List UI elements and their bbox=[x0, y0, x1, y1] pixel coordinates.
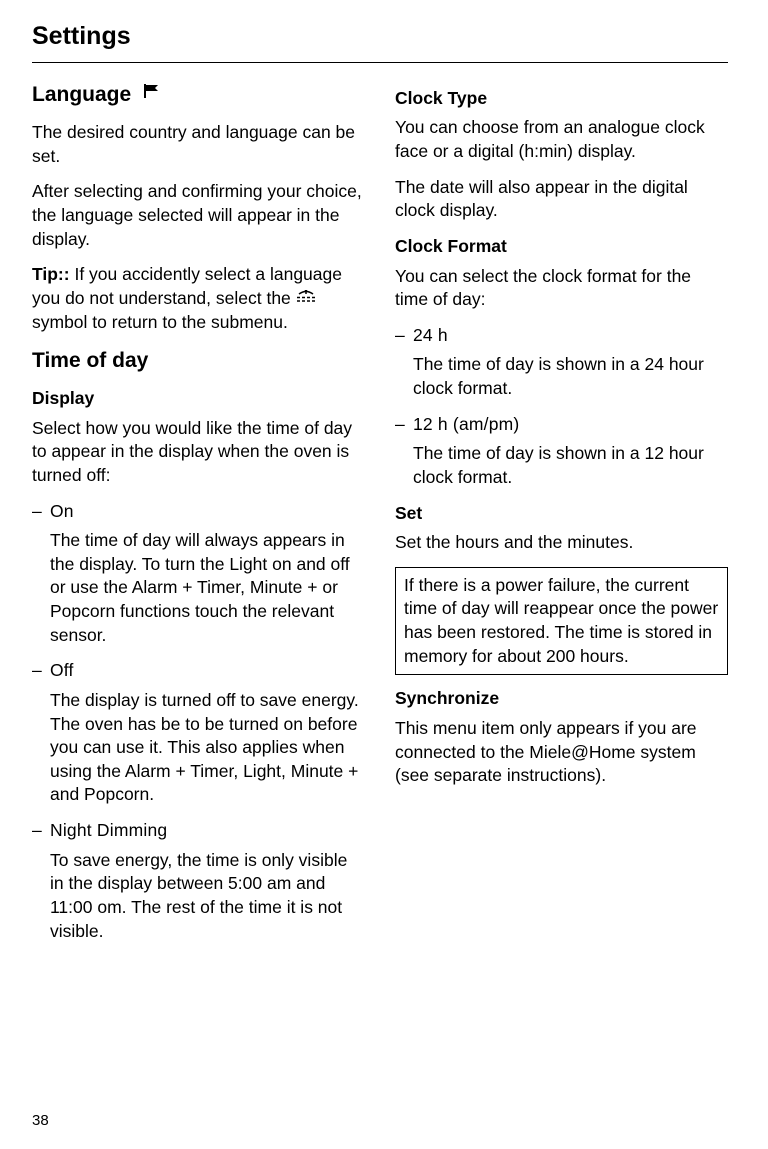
clocktype-p1: You can choose from an analogue clock fa… bbox=[395, 116, 728, 163]
list-item: – 12 h (am/pm) bbox=[395, 413, 728, 437]
clocktype-p2: The date will also appear in the digital… bbox=[395, 176, 728, 223]
option-24h: 24 h bbox=[413, 324, 448, 348]
language-heading: Language bbox=[32, 81, 365, 109]
option-night-dimming: Night Dimming bbox=[50, 819, 167, 843]
left-column: Language The desired country and languag… bbox=[32, 81, 365, 955]
option-12h: 12 h (am/pm) bbox=[413, 413, 519, 437]
list-item: – Off bbox=[32, 659, 365, 683]
page-title: Settings bbox=[32, 20, 728, 63]
right-column: Clock Type You can choose from an analog… bbox=[395, 81, 728, 955]
content-columns: Language The desired country and languag… bbox=[32, 81, 728, 955]
timeofday-heading: Time of day bbox=[32, 347, 365, 375]
option-on: On bbox=[50, 500, 74, 524]
tip-label: Tip:: bbox=[32, 264, 70, 284]
set-p1: Set the hours and the minutes. bbox=[395, 531, 728, 555]
dash: – bbox=[395, 324, 413, 348]
tip-after: symbol to return to the submenu. bbox=[32, 312, 288, 332]
display-subheading: Display bbox=[32, 387, 365, 411]
option-night-dimming-desc: To save energy, the time is only visible… bbox=[32, 849, 365, 944]
language-heading-text: Language bbox=[32, 83, 131, 106]
language-tip: Tip:: If you accidently select a languag… bbox=[32, 263, 365, 334]
clocktype-heading: Clock Type bbox=[395, 87, 728, 111]
option-off: Off bbox=[50, 659, 74, 683]
power-failure-note: If there is a power failure, the current… bbox=[395, 567, 728, 676]
clockformat-intro: You can select the clock format for the … bbox=[395, 265, 728, 312]
list-item: – 24 h bbox=[395, 324, 728, 348]
list-item: – On bbox=[32, 500, 365, 524]
language-p2: After selecting and confirming your choi… bbox=[32, 180, 365, 251]
dash: – bbox=[395, 413, 413, 437]
option-on-desc: The time of day will always appears in t… bbox=[32, 529, 365, 647]
page-number: 38 bbox=[32, 1111, 49, 1131]
settings-submenu-icon bbox=[296, 287, 316, 311]
dash: – bbox=[32, 500, 50, 524]
dash: – bbox=[32, 819, 50, 843]
display-intro: Select how you would like the time of da… bbox=[32, 417, 365, 488]
sync-heading: Synchronize bbox=[395, 687, 728, 711]
option-12h-desc: The time of day is shown in a 12 hour cl… bbox=[395, 442, 728, 489]
option-24h-desc: The time of day is shown in a 24 hour cl… bbox=[395, 353, 728, 400]
list-item: – Night Dimming bbox=[32, 819, 365, 843]
option-off-desc: The display is turned off to save energy… bbox=[32, 689, 365, 807]
set-heading: Set bbox=[395, 502, 728, 526]
flag-icon bbox=[143, 79, 163, 107]
clockformat-heading: Clock Format bbox=[395, 235, 728, 259]
language-p1: The desired country and language can be … bbox=[32, 121, 365, 168]
dash: – bbox=[32, 659, 50, 683]
sync-p1: This menu item only appears if you are c… bbox=[395, 717, 728, 788]
